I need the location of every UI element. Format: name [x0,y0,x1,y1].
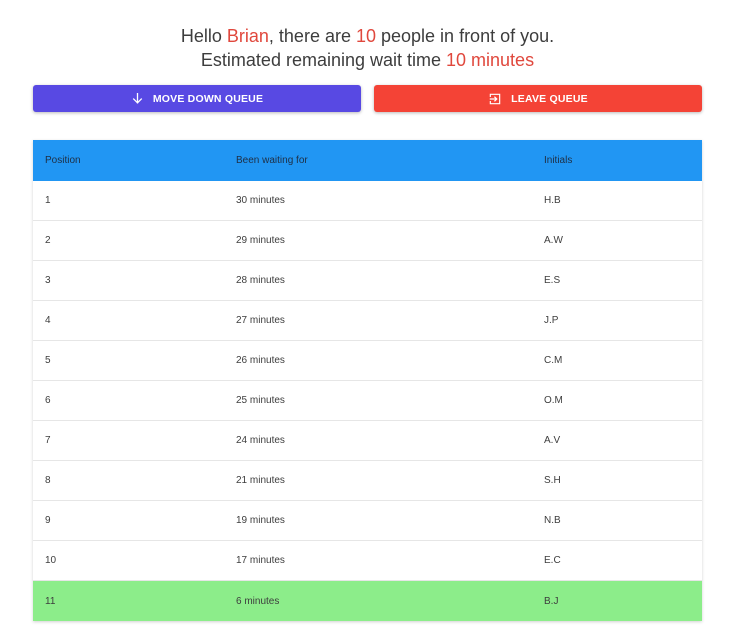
cell-position: 10 [45,555,57,566]
cell-position: 6 [45,395,51,406]
column-header-initials: Initials [544,155,573,166]
cell-initials: B.J [544,595,559,607]
cell-position: 3 [45,275,51,286]
cell-position: 9 [45,515,51,526]
cell-initials: N.B [544,515,561,526]
table-row: 9 19 minutes N.B [33,501,702,541]
cell-waiting: 19 minutes [236,515,285,526]
queue-status-message: Hello Brian, there are 10 people in fron… [0,24,729,72]
cell-waiting: 25 minutes [236,395,285,406]
wait-time-line: Estimated remaining wait time 10 minutes [0,48,729,72]
column-header-position: Position [45,155,81,166]
cell-initials: A.W [544,235,563,246]
cell-initials: C.M [544,355,563,366]
queue-table: Position Been waiting for Initials 1 30 … [33,140,702,621]
cell-waiting: 29 minutes [236,235,285,246]
table-row: 7 24 minutes A.V [33,421,702,461]
queue-page: Hello Brian, there are 10 people in fron… [0,0,729,640]
cell-waiting: 30 minutes [236,195,285,206]
cell-position: 1 [45,195,51,206]
table-row: 8 21 minutes S.H [33,461,702,501]
cell-waiting: 24 minutes [236,435,285,446]
exit-icon [488,92,502,106]
move-down-queue-button[interactable]: MOVE DOWN QUEUE [33,85,361,112]
cell-waiting: 27 minutes [236,315,285,326]
greeting-line: Hello Brian, there are 10 people in fron… [0,24,729,48]
table-row: 2 29 minutes A.W [33,221,702,261]
cell-waiting: 21 minutes [236,475,285,486]
people-ahead-count: 10 [355,26,376,46]
cell-initials: E.S [544,275,561,286]
greeting-mid: , there are [268,26,356,46]
cell-initials: S.H [544,475,561,486]
greeting-tail: people in front of you. [376,26,555,46]
table-row: 10 17 minutes E.C [33,541,702,581]
wait-time-value: 10 minutes [446,50,535,70]
table-header: Position Been waiting for Initials [33,140,702,181]
table-row: 3 28 minutes E.S [33,261,702,301]
cell-position: 11 [45,595,56,607]
cell-waiting: 6 minutes [236,595,280,607]
leave-queue-button[interactable]: LEAVE QUEUE [374,85,702,112]
user-name: Brian [226,26,269,46]
table-row: 6 25 minutes O.M [33,381,702,421]
table-row: 4 27 minutes J.P [33,301,702,341]
cell-position: 7 [45,435,51,446]
current-user-row: 11 6 minutes B.J [33,581,702,621]
table-row: 5 26 minutes C.M [33,341,702,381]
cell-initials: J.P [544,315,559,326]
cell-initials: H.B [544,195,561,206]
cell-waiting: 26 minutes [236,355,285,366]
wait-time-prefix: Estimated remaining wait time [200,50,447,70]
greeting-hello: Hello [180,26,227,46]
arrow-down-icon [131,92,144,105]
cell-initials: O.M [544,395,563,406]
cell-position: 5 [45,355,51,366]
cell-position: 4 [45,315,51,326]
cell-waiting: 28 minutes [236,275,285,286]
cell-initials: A.V [544,435,561,446]
leave-queue-label: LEAVE QUEUE [511,92,588,105]
move-down-queue-label: MOVE DOWN QUEUE [152,92,264,105]
cell-initials: E.C [544,555,561,566]
cell-position: 2 [45,235,51,246]
cell-waiting: 17 minutes [236,555,285,566]
table-row: 1 30 minutes H.B [33,181,702,221]
column-header-waiting: Been waiting for [236,155,308,166]
cell-position: 8 [45,475,51,486]
